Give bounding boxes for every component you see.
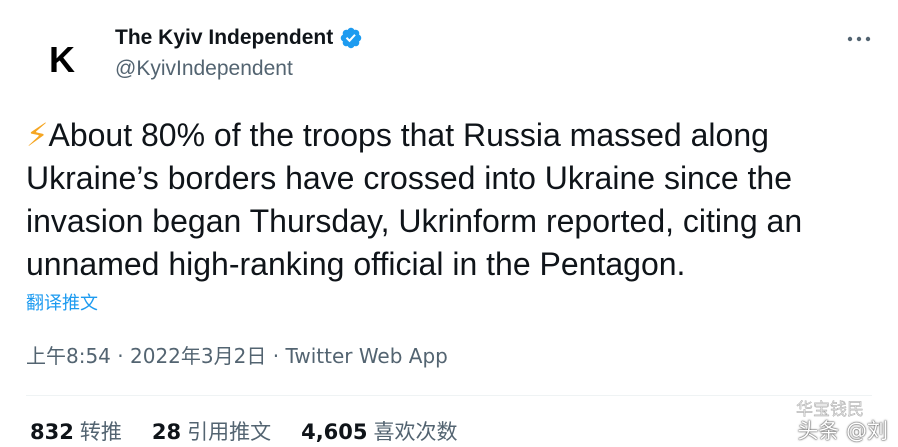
likes-count: 4,605 — [301, 420, 368, 444]
likes-stat[interactable]: 4,605 喜欢次数 — [301, 416, 457, 446]
tweet-date[interactable]: 2022年3月2日 — [130, 344, 266, 368]
retweets-stat[interactable]: 832 转推 — [30, 416, 122, 446]
tweet-text-line-3: invasion began Thursday, Ukrinform repor… — [26, 203, 803, 239]
meta-separator: · — [110, 344, 130, 368]
avatar[interactable]: K — [26, 24, 98, 96]
watermark-text: 头条 @刘 — [797, 419, 888, 443]
more-dots-icon — [847, 36, 871, 42]
tweet-text-line-4: unnamed high-ranking official in the Pen… — [26, 246, 686, 282]
tweet-time[interactable]: 上午8:54 — [26, 344, 111, 368]
meta-separator: · — [266, 344, 286, 368]
tweet-text-line: ⚡About 80% of the troops that Russia mas… — [26, 114, 886, 157]
author-name-text: The Kyiv Independent — [115, 26, 334, 49]
engagement-stats: 832 转推 28 引用推文 4,605 喜欢次数 — [30, 416, 458, 446]
tweet-text-line-2: Ukraine’s borders have crossed into Ukra… — [26, 160, 793, 196]
likes-label: 喜欢次数 — [373, 420, 458, 444]
author-display-name[interactable]: The Kyiv Independent — [115, 26, 363, 50]
lightning-emoji-icon: ⚡ — [26, 117, 49, 153]
retweets-count: 832 — [30, 420, 74, 444]
divider — [26, 395, 872, 396]
quotes-count: 28 — [151, 420, 182, 444]
tweet-text-line-1: About 80% of the troops that Russia mass… — [48, 117, 769, 153]
retweets-label: 转推 — [79, 420, 122, 444]
quotes-label: 引用推文 — [187, 420, 272, 444]
translate-tweet-link[interactable]: 翻译推文 — [26, 289, 98, 315]
author-handle[interactable]: @KyivIndependent — [115, 57, 293, 81]
tweet-metadata: 上午8:54 · 2022年3月2日 · Twitter Web App — [26, 340, 448, 369]
quote-tweets-stat[interactable]: 28 引用推文 — [152, 416, 271, 446]
more-options-button[interactable] — [844, 24, 874, 54]
tweet-card: K The Kyiv Independent @KyivIndependent … — [0, 0, 898, 447]
tweet-text: ⚡About 80% of the troops that Russia mas… — [26, 114, 886, 286]
avatar-logo-letter: K — [49, 39, 75, 80]
verified-badge-icon — [340, 27, 362, 49]
tweet-source-app[interactable]: Twitter Web App — [285, 344, 447, 368]
